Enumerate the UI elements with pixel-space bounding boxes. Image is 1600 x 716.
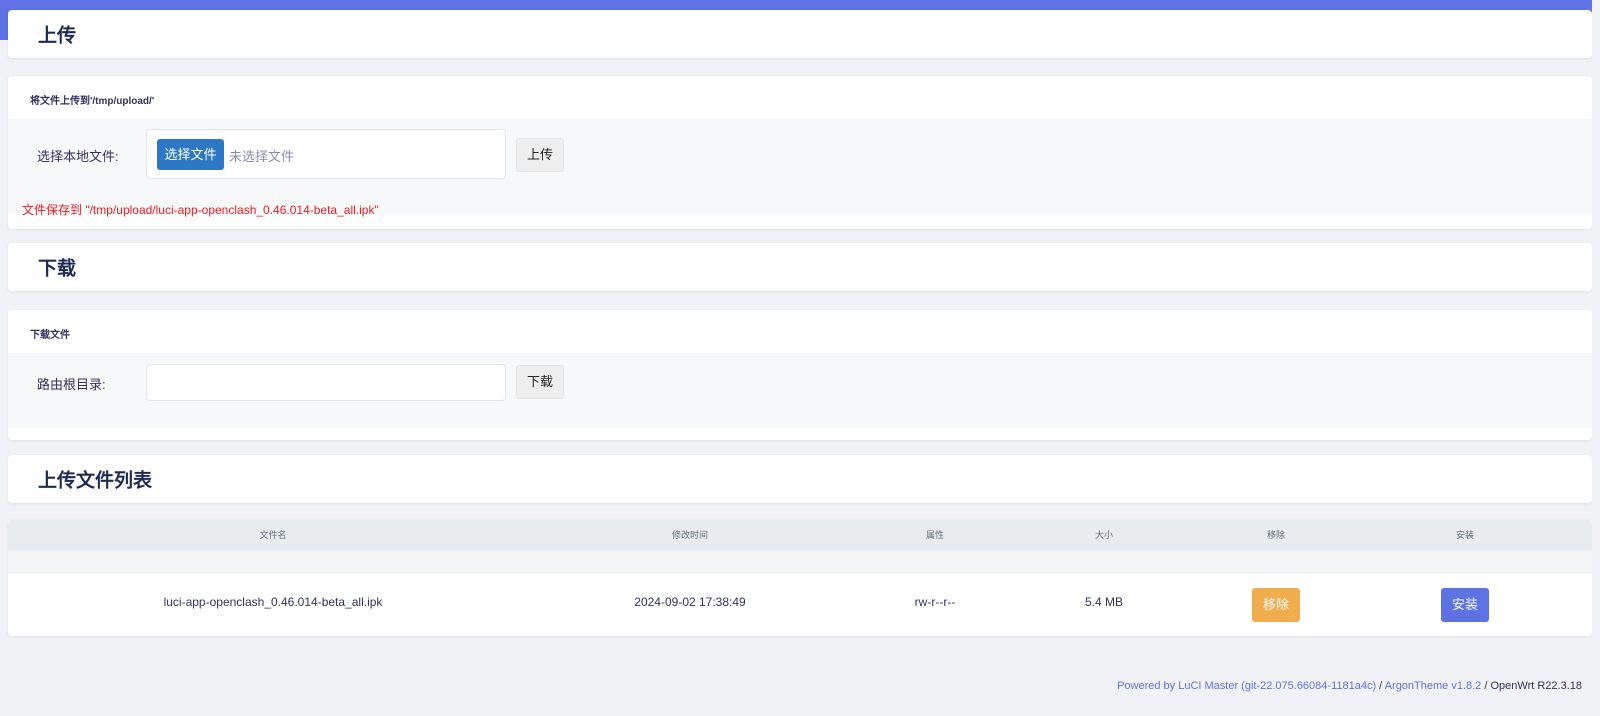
file-input[interactable]: 选择文件 未选择文件 [146, 129, 506, 179]
saved-message: 文件保存到 "/tmp/upload/luci-app-openclash_0.… [22, 203, 379, 217]
upload-button[interactable]: 上传 [516, 138, 564, 172]
footer-separator: / [1376, 680, 1385, 692]
column-header-remove: 移除 [1266, 530, 1286, 540]
upload-section-title: 上传 [38, 25, 77, 47]
file-list-title-panel: 上传文件列表 [8, 455, 1592, 503]
column-header-modified: 修改时间 [671, 530, 709, 540]
download-button[interactable]: 下载 [516, 365, 564, 399]
download-section-title: 下载 [38, 258, 77, 280]
column-header-size: 大小 [1094, 530, 1114, 540]
theme-link[interactable]: ArgonTheme v1.8.2 [1385, 680, 1482, 692]
os-version: OpenWrt R22.3.18 [1490, 680, 1582, 692]
scrollbar-track[interactable] [1592, 0, 1600, 716]
upload-panel: 将文件上传到'/tmp/upload/' 选择本地文件: 选择文件 未选择文件 … [8, 76, 1592, 229]
choose-file-button[interactable]: 选择文件 [157, 139, 224, 170]
download-path-input[interactable] [146, 364, 506, 401]
remove-button[interactable]: 移除 [1252, 588, 1300, 622]
table-header: 文件名 修改时间 属性 大小 移除 安装 [8, 520, 1592, 551]
footer: Powered by LuCI Master (git-22.075.66084… [1117, 680, 1582, 692]
size-cell: 5.4 MB [1084, 595, 1124, 609]
upload-form: 选择本地文件: 选择文件 未选择文件 上传 [8, 119, 1592, 214]
upload-title-panel: 上传 [8, 10, 1592, 58]
column-header-attributes: 属性 [925, 530, 945, 540]
file-name-cell: luci-app-openclash_0.46.014-beta_all.ipk [163, 595, 383, 609]
table-spacer [8, 551, 1592, 573]
download-legend: 下载文件 [30, 330, 70, 341]
column-header-install: 安装 [1455, 530, 1475, 540]
column-header-name: 文件名 [259, 530, 287, 540]
file-status: 未选择文件 [229, 149, 295, 164]
modified-time-cell: 2024-09-02 17:38:49 [634, 595, 746, 609]
download-panel: 下载文件 路由根目录: 下载 [8, 310, 1592, 440]
file-list-section-title: 上传文件列表 [38, 470, 153, 492]
local-file-label: 选择本地文件: [37, 149, 119, 164]
upload-legend: 将文件上传到'/tmp/upload/' [30, 96, 155, 107]
download-form: 路由根目录: 下载 [8, 353, 1592, 428]
file-table: 文件名 修改时间 属性 大小 移除 安装 luci-app-openclash_… [8, 520, 1592, 636]
luci-link[interactable]: Powered by LuCI Master (git-22.075.66084… [1117, 680, 1376, 692]
router-root-label: 路由根目录: [37, 377, 106, 392]
install-button[interactable]: 安装 [1441, 588, 1489, 622]
attributes-cell: rw-r--r-- [914, 595, 956, 609]
download-title-panel: 下载 [8, 243, 1592, 291]
